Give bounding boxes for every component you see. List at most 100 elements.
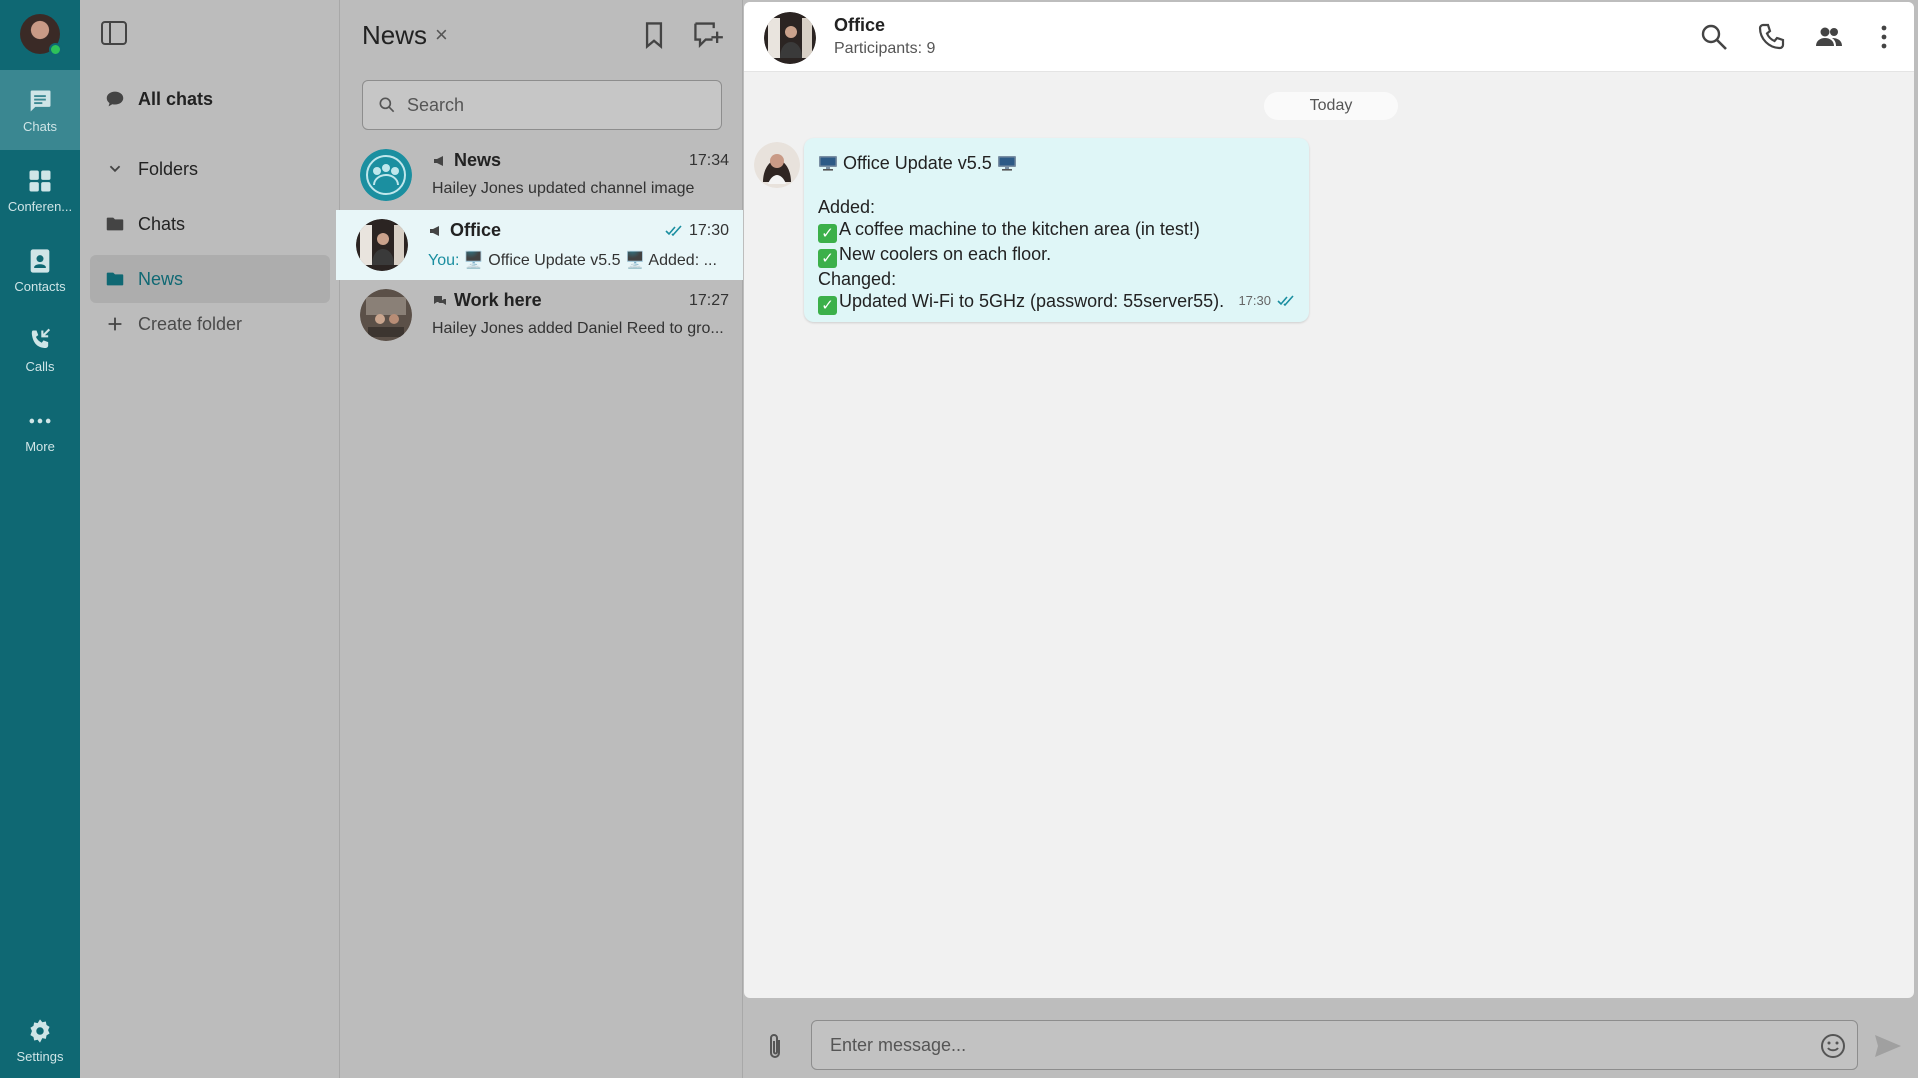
chat-row-name: News <box>432 150 501 171</box>
message-bubble[interactable]: Office Update v5.5 Added: ✓ A coffee mach… <box>804 138 1309 322</box>
emoji-icon[interactable] <box>1819 1032 1847 1060</box>
chevron-down-icon <box>109 165 121 173</box>
close-folder-button[interactable]: × <box>435 22 448 48</box>
item-text: New coolers on each floor. <box>839 244 1052 264</box>
nav-conferences[interactable]: Conferen... <box>0 150 80 230</box>
conversation-title[interactable]: Office <box>834 15 885 36</box>
chat-row-time: 17:27 <box>688 292 729 309</box>
search-icon[interactable] <box>1699 22 1729 52</box>
message-line-added: Added: <box>818 197 876 217</box>
search-icon <box>379 97 395 113</box>
chat-time: 17:30 <box>688 222 729 239</box>
folder-icon <box>106 272 124 286</box>
create-folder-button[interactable]: Create folder <box>90 300 330 348</box>
list-title: News <box>362 20 428 50</box>
chat-row-preview: Hailey Jones added Daniel Reed to gro... <box>432 320 724 337</box>
user-avatar[interactable] <box>20 14 62 56</box>
folder-icon <box>106 217 124 231</box>
participants-count[interactable]: Participants: 9 <box>834 40 935 58</box>
message-area: Office Participants: 9 Today Office Upda… <box>744 2 1914 998</box>
more-dots-icon <box>29 418 51 423</box>
chat-row-time: 17:34 <box>688 152 729 169</box>
message-line-changed: Changed: <box>818 269 897 289</box>
message-input[interactable] <box>830 1034 1790 1056</box>
preview-text: 🖥️ Office Update v5.5 🖥️ Added: ... <box>463 252 717 269</box>
sidebar-toggle-icon[interactable] <box>100 20 128 46</box>
chat-name: News <box>454 150 502 170</box>
date-separator: Today <box>1264 92 1398 120</box>
channel-icon <box>434 155 443 166</box>
nav-conferences-label: Conferen... <box>7 198 73 214</box>
chat-row-name: Office <box>428 220 501 241</box>
nav-contacts[interactable]: Contacts <box>0 230 80 310</box>
conversation-panel: Office Participants: 9 Today Office Upda… <box>743 0 1918 1078</box>
message-line-item: ✓ New coolers on each floor. <box>818 243 1295 268</box>
folder-news-label: News <box>138 268 184 289</box>
you-prefix: You: <box>428 252 460 269</box>
group-icon <box>434 295 446 305</box>
chat-row-name: Work here <box>432 290 542 311</box>
conference-icon <box>29 170 51 191</box>
desktop-computer-icon <box>997 156 1016 171</box>
nav-calls[interactable]: Calls <box>0 310 80 390</box>
check-mark-icon: ✓ <box>818 296 837 315</box>
nav-settings[interactable]: Settings <box>0 1000 80 1078</box>
chat-row-work-here[interactable]: Work here 17:27 Hailey Jones added Danie… <box>340 280 743 350</box>
chat-row-preview: Hailey Jones updated channel image <box>432 180 695 197</box>
more-vert-icon[interactable] <box>1869 22 1899 52</box>
chat-bubble-icon <box>30 90 51 111</box>
message-title-text: Office Update v5.5 <box>843 153 992 173</box>
conversation-header: Office Participants: 9 <box>744 2 1914 72</box>
message-composer <box>743 1000 1918 1078</box>
channel-icon <box>430 225 439 236</box>
item-text: A coffee machine to the kitchen area (in… <box>839 219 1200 239</box>
nav-chats[interactable]: Chats <box>0 70 80 150</box>
chat-row-news[interactable]: News 17:34 Hailey Jones updated channel … <box>340 140 743 210</box>
bookmark-icon[interactable] <box>640 20 668 50</box>
double-check-icon <box>665 225 682 237</box>
item-text: Updated Wi-Fi to 5GHz (password: 55serve… <box>839 291 1225 311</box>
news-channel-avatar <box>360 149 412 201</box>
phone-icon[interactable] <box>1756 22 1786 52</box>
folder-chats-label: Chats <box>138 213 186 234</box>
chat-row-time: 17:30 <box>665 222 729 240</box>
folders-section[interactable]: Folders <box>90 145 330 193</box>
paperclip-icon[interactable] <box>763 1032 787 1062</box>
calls-icon <box>31 328 51 348</box>
double-check-icon <box>1277 295 1294 307</box>
search-box[interactable] <box>362 80 722 130</box>
folder-news[interactable]: News <box>90 255 330 303</box>
office-group-avatar <box>356 219 408 271</box>
nav-chats-label: Chats <box>23 118 57 134</box>
online-status-icon <box>49 43 62 56</box>
chat-row-office[interactable]: Office 17:30 You: 🖥️ Office Update v5.5 … <box>336 210 743 280</box>
gear-icon <box>30 1018 50 1043</box>
plus-icon <box>108 317 122 331</box>
search-input[interactable] <box>407 94 707 116</box>
message-line-title: Office Update v5.5 <box>818 152 1295 174</box>
nav-rail: Chats Conferen... Contacts Calls More Se… <box>0 0 80 1078</box>
sender-avatar[interactable] <box>754 142 800 188</box>
folder-all-chats-label: All chats <box>138 88 214 109</box>
folder-chats[interactable]: Chats <box>90 200 330 248</box>
nav-settings-label: Settings <box>16 1048 64 1064</box>
folders-panel: All chats Folders Chats News Create fold… <box>80 0 340 1078</box>
new-chat-icon[interactable] <box>692 20 724 50</box>
check-mark-icon: ✓ <box>818 224 837 243</box>
message-input-box[interactable] <box>811 1020 1858 1070</box>
send-icon[interactable] <box>1873 1033 1903 1059</box>
message-line-item: ✓ Updated Wi-Fi to 5GHz (password: 55serv… <box>818 290 1295 315</box>
nav-contacts-label: Contacts <box>14 278 66 294</box>
participants-icon[interactable] <box>1814 22 1844 52</box>
work-here-group-avatar <box>360 289 412 341</box>
nav-more-label: More <box>25 438 55 454</box>
chat-row-preview: You: 🖥️ Office Update v5.5 🖥️ Added: ... <box>428 250 728 270</box>
message-meta: 17:30 <box>1238 290 1295 312</box>
chat-list-panel: News × News 17:34 Hailey Jones updated c… <box>336 0 743 1078</box>
message-line-item: ✓ A coffee machine to the kitchen area (i… <box>818 218 1295 243</box>
folder-all-chats[interactable]: All chats <box>90 75 330 123</box>
office-group-avatar[interactable] <box>764 12 816 64</box>
nav-more[interactable]: More <box>0 390 80 470</box>
folders-section-label: Folders <box>138 158 199 179</box>
